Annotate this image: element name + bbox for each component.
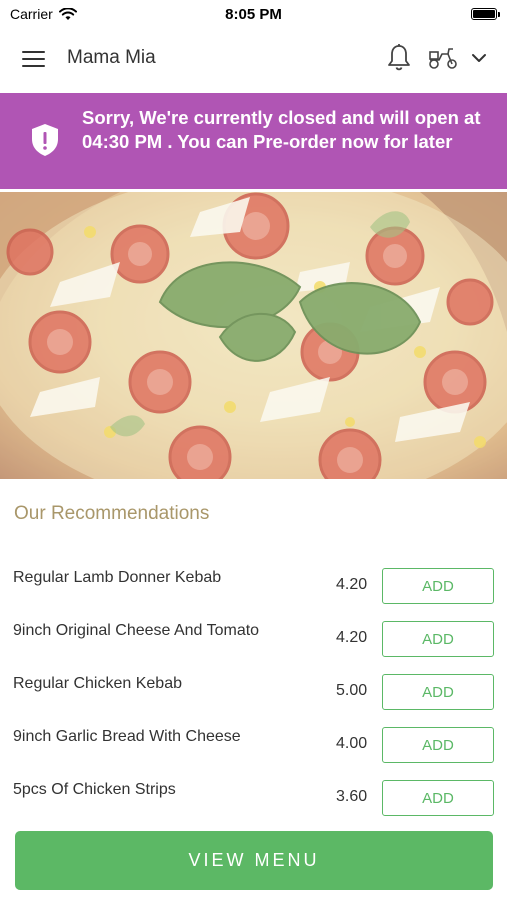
app-bar: Mama Mia (0, 28, 507, 90)
item-price: 5.00 (336, 682, 368, 699)
item-name: Regular Lamb Donner Kebab (13, 569, 222, 586)
delivery-scooter-icon[interactable] (427, 46, 459, 70)
item-price: 4.00 (336, 735, 368, 752)
hero-pizza-image (0, 192, 507, 479)
add-button[interactable]: ADD (382, 780, 494, 816)
menu-icon[interactable] (22, 51, 45, 67)
add-button[interactable]: ADD (382, 568, 494, 604)
closed-notice-text: Sorry, We're currently closed and will o… (82, 107, 481, 152)
item-name: 5pcs Of Chicken Strips (13, 781, 176, 798)
status-time: 8:05 PM (225, 5, 282, 23)
view-menu-button[interactable]: VIEW MENU (15, 831, 493, 890)
add-button[interactable]: ADD (382, 621, 494, 657)
pizza-illustration (0, 192, 507, 479)
list-item: Regular Lamb Donner Kebab 4.20 ADD (0, 560, 507, 613)
item-price: 4.20 (336, 576, 368, 593)
bell-icon[interactable] (386, 43, 412, 73)
recommendations-list: Regular Lamb Donner Kebab 4.20 ADD 9inch… (0, 560, 507, 825)
item-name: Regular Chicken Kebab (13, 675, 182, 692)
list-item: 5pcs Of Chicken Strips 3.60 ADD (0, 772, 507, 825)
add-button[interactable]: ADD (382, 727, 494, 763)
item-name: 9inch Garlic Bread With Cheese (13, 728, 241, 745)
list-item: 9inch Original Cheese And Tomato 4.20 AD… (0, 613, 507, 666)
item-price: 3.60 (336, 788, 368, 805)
battery-icon (471, 8, 500, 20)
item-name: 9inch Original Cheese And Tomato (13, 622, 260, 639)
item-price: 4.20 (336, 629, 368, 646)
closed-notice-banner: Sorry, We're currently closed and will o… (0, 93, 507, 189)
list-item: 9inch Garlic Bread With Cheese 4.00 ADD (0, 719, 507, 772)
list-item: Regular Chicken Kebab 5.00 ADD (0, 666, 507, 719)
chevron-down-icon[interactable] (470, 50, 488, 66)
add-button[interactable]: ADD (382, 674, 494, 710)
restaurant-title: Mama Mia (67, 47, 156, 68)
recommendations-title: Our Recommendations (14, 503, 210, 524)
shield-alert-icon (32, 124, 58, 156)
status-bar: Carrier 8:05 PM (0, 0, 507, 28)
